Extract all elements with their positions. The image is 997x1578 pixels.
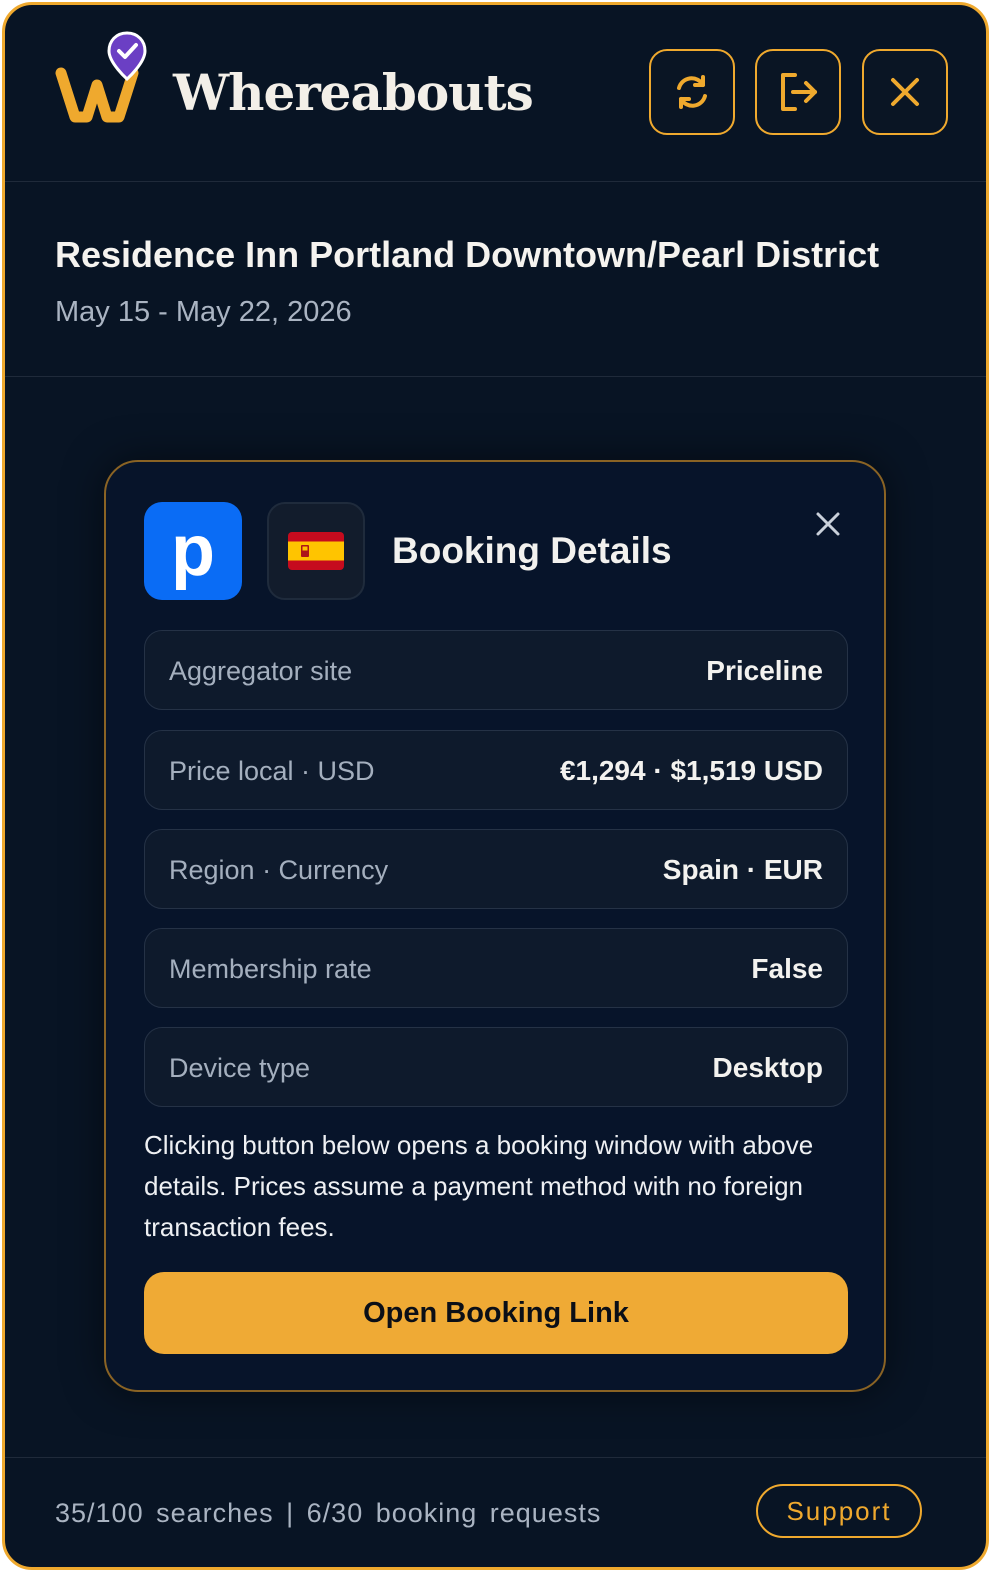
detail-value: €1,294 · $1,519 USD bbox=[559, 755, 823, 786]
priceline-logo-icon: p bbox=[144, 502, 242, 600]
booking-note: Clicking button below opens a booking wi… bbox=[144, 1130, 814, 1242]
modal-close-button[interactable] bbox=[810, 506, 846, 542]
detail-label: Membership rate bbox=[169, 954, 372, 984]
open-booking-link-button[interactable]: Open Booking Link bbox=[144, 1272, 848, 1354]
detail-value: False bbox=[751, 953, 823, 984]
detail-row-aggregator: Aggregator site Priceline bbox=[144, 630, 848, 710]
spain-flag-icon bbox=[267, 502, 365, 600]
detail-value: Spain · EUR bbox=[662, 854, 823, 885]
usage-counter: 35/100 searches | 6/30 booking requests bbox=[55, 1498, 602, 1528]
detail-value: Desktop bbox=[712, 1052, 823, 1083]
whereabouts-logo-icon bbox=[53, 29, 149, 125]
refresh-button[interactable] bbox=[649, 49, 735, 135]
logout-icon bbox=[781, 73, 817, 111]
app-window: Whereabouts Residence Inn Portland Downt… bbox=[2, 2, 989, 1570]
detail-row-membership: Membership rate False bbox=[144, 928, 848, 1008]
support-button[interactable]: Support bbox=[756, 1484, 922, 1538]
brand-name: Whereabouts bbox=[173, 63, 534, 122]
close-button[interactable] bbox=[862, 49, 948, 135]
detail-row-region: Region · Currency Spain · EUR bbox=[144, 829, 848, 909]
refresh-icon bbox=[677, 75, 707, 109]
detail-row-device: Device type Desktop bbox=[144, 1027, 848, 1107]
close-icon bbox=[891, 78, 919, 106]
detail-value: Priceline bbox=[706, 655, 823, 686]
hotel-summary: Residence Inn Portland Downtown/Pearl Di… bbox=[5, 182, 986, 377]
detail-label: Aggregator site bbox=[169, 656, 353, 686]
detail-label: Device type bbox=[169, 1053, 311, 1083]
detail-row-price: Price local · USD €1,294 · $1,519 USD bbox=[144, 730, 848, 810]
modal-title: Booking Details bbox=[392, 530, 672, 571]
app-header: Whereabouts bbox=[5, 5, 986, 182]
detail-label: Region · Currency bbox=[169, 855, 389, 885]
detail-label: Price local · USD bbox=[169, 756, 375, 786]
booking-details-modal: p Booking Details Aggregator site Pricel… bbox=[104, 460, 886, 1392]
logout-button[interactable] bbox=[755, 49, 841, 135]
app-footer: 35/100 searches | 6/30 booking requests … bbox=[5, 1457, 986, 1567]
stay-dates: May 15 - May 22, 2026 bbox=[55, 296, 352, 328]
close-icon bbox=[816, 512, 840, 536]
hotel-name: Residence Inn Portland Downtown/Pearl Di… bbox=[55, 234, 880, 275]
